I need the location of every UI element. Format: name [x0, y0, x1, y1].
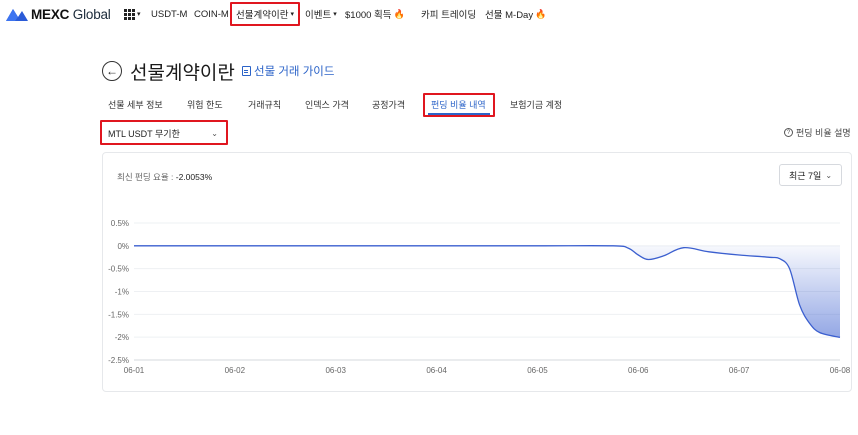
tab-insurance-fund[interactable]: 보험기금 계정	[510, 98, 562, 111]
x-tick-label: 06-04	[426, 366, 447, 375]
highlight-box-selector	[100, 120, 228, 145]
page-title: 선물계약이란	[130, 63, 235, 84]
top-navigation: MEXC Global ▾ USDT-M COIN-M 선물계약이란 ▾ 이벤트 ▾…	[0, 0, 858, 28]
nav-usdt-m[interactable]: USDT-M	[151, 7, 187, 21]
y-tick-label: -1%	[115, 288, 129, 297]
nav-futures-m-day[interactable]: 선물 M-Day 🔥	[485, 7, 547, 22]
nav-coin-m[interactable]: COIN-M	[194, 7, 229, 21]
nav-earn-1000[interactable]: $1000 획득 🔥	[345, 7, 405, 22]
y-tick-label: 0.5%	[111, 219, 129, 228]
x-tick-label: 06-01	[124, 366, 145, 375]
x-tick-label: 06-02	[225, 366, 246, 375]
x-tick-label: 06-05	[527, 366, 548, 375]
x-tick-label: 06-03	[325, 366, 346, 375]
futures-guide-link[interactable]: 선물 거래 가이드	[242, 63, 334, 79]
arrow-left-icon: ←	[106, 64, 118, 78]
flame-icon: 🔥	[393, 8, 405, 19]
tab-risk-limit[interactable]: 위험 한도	[187, 98, 223, 111]
tab-index-price[interactable]: 인덱스 가격	[305, 98, 349, 111]
document-icon	[242, 66, 251, 76]
tab-fair-price[interactable]: 공정가격	[372, 98, 405, 111]
y-tick-label: -2.5%	[108, 356, 129, 365]
tab-futures-details[interactable]: 선물 세부 정보	[108, 98, 163, 111]
highlight-box-nav	[230, 2, 300, 26]
apps-grid-icon[interactable]: ▾	[124, 8, 141, 20]
x-tick-label: 06-07	[729, 366, 750, 375]
y-tick-label: -1.5%	[108, 310, 129, 319]
y-tick-label: -0.5%	[108, 265, 129, 274]
y-tick-label: -2%	[115, 333, 129, 342]
funding-rate-chart: 0.5% 0% -0.5% -1% -1.5% -2% -2.5%06-01 06-02 06-…	[108, 219, 851, 375]
nav-copy-trading[interactable]: 카피 트레이딩	[421, 7, 476, 21]
tab-trading-rules[interactable]: 거래규칙	[248, 98, 281, 111]
x-tick-label: 06-06	[628, 366, 649, 375]
y-tick-label: 0%	[117, 242, 129, 251]
x-tick-label: 06-08	[830, 366, 851, 375]
logo-text: MEXC Global	[31, 6, 111, 22]
funding-rate-explanation-link[interactable]: ? 펀딩 비율 설명	[784, 126, 851, 139]
back-button[interactable]: ←	[102, 61, 122, 81]
help-circle-icon: ?	[784, 128, 793, 137]
highlight-box-tab	[423, 93, 495, 117]
mexc-mountain-icon	[6, 9, 28, 21]
funding-rate-card: 최신 펀딩 요율 : -2.0053% 최근 7일 ⌄ 0.5% 0% -0.5% -…	[102, 152, 852, 392]
nav-events[interactable]: 이벤트 ▾	[305, 7, 337, 21]
flame-icon: 🔥	[535, 8, 547, 19]
mexc-logo[interactable]: MEXC Global	[6, 6, 111, 22]
chevron-down-icon: ▾	[333, 11, 337, 18]
